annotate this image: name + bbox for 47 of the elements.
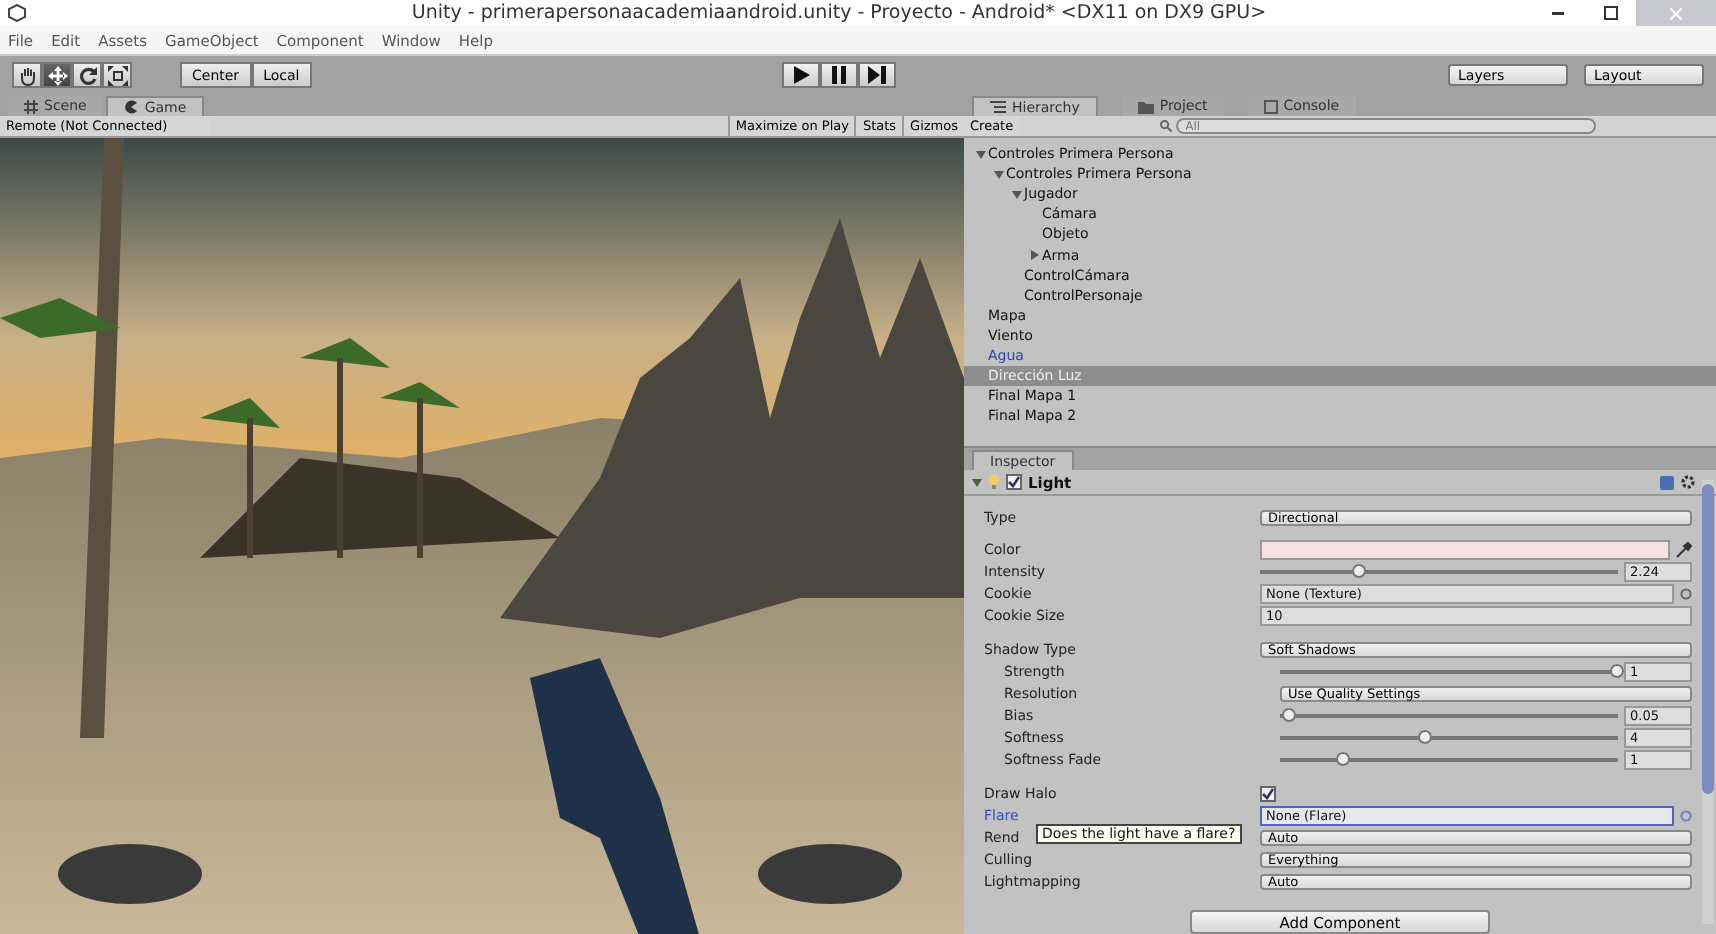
minimize-icon: [1552, 11, 1564, 15]
playback-button[interactable]: [820, 62, 859, 88]
tool-button[interactable]: [12, 62, 42, 88]
slider-thumb[interactable]: [1417, 730, 1432, 745]
slider-thumb[interactable]: [1352, 563, 1367, 578]
scale-icon: [107, 65, 127, 85]
scrollbar[interactable]: [1702, 480, 1714, 924]
step-icon: [868, 66, 887, 84]
hand-icon: [17, 65, 37, 85]
eyedropper-icon[interactable]: [1676, 541, 1692, 558]
expand-triangle-icon[interactable]: [1011, 189, 1021, 200]
move-icon: [47, 65, 67, 85]
tool-button[interactable]: [102, 62, 132, 88]
gear-icon[interactable]: [1680, 474, 1696, 490]
pacman-icon: [124, 100, 139, 114]
expand-triangle-icon[interactable]: [972, 477, 982, 487]
search-icon: [1159, 120, 1172, 132]
close-icon: [1670, 7, 1682, 19]
slider-thumb[interactable]: [1336, 752, 1351, 767]
slider-thumb[interactable]: [1610, 663, 1624, 678]
checkbox[interactable]: [1260, 785, 1276, 802]
slider-thumb[interactable]: [1282, 708, 1297, 723]
color-field[interactable]: [1260, 539, 1670, 560]
slider-track[interactable]: [1280, 714, 1618, 719]
expand-triangle-icon[interactable]: [975, 149, 985, 160]
slider-track[interactable]: [1260, 569, 1618, 574]
maximize-icon: [1603, 6, 1617, 20]
play-icon: [793, 66, 810, 84]
target-icon[interactable]: [1680, 588, 1692, 601]
grid-icon: [24, 99, 38, 113]
checkbox[interactable]: [1006, 474, 1022, 490]
window-title: Unity - primerapersonaacademiaandroid.unity - Proyecto - Android* <DX11 on DX9 GPU>: [409, 2, 1269, 24]
bulb-icon: [988, 474, 1000, 490]
cube-logo-icon: [8, 4, 26, 22]
slider-track[interactable]: [1280, 669, 1618, 674]
tool-button[interactable]: [72, 62, 102, 88]
slider-track[interactable]: [1280, 758, 1618, 763]
pause-icon: [832, 66, 847, 84]
slider-track[interactable]: [1280, 736, 1618, 741]
collapse-triangle-icon[interactable]: [1029, 250, 1039, 261]
tool-button[interactable]: [42, 62, 72, 88]
list-icon: [990, 100, 1006, 114]
rotate-icon: [77, 65, 97, 85]
playback-button[interactable]: [782, 62, 821, 88]
console-icon: [1263, 99, 1278, 113]
expand-triangle-icon[interactable]: [993, 169, 1003, 180]
playback-button[interactable]: [858, 62, 897, 88]
